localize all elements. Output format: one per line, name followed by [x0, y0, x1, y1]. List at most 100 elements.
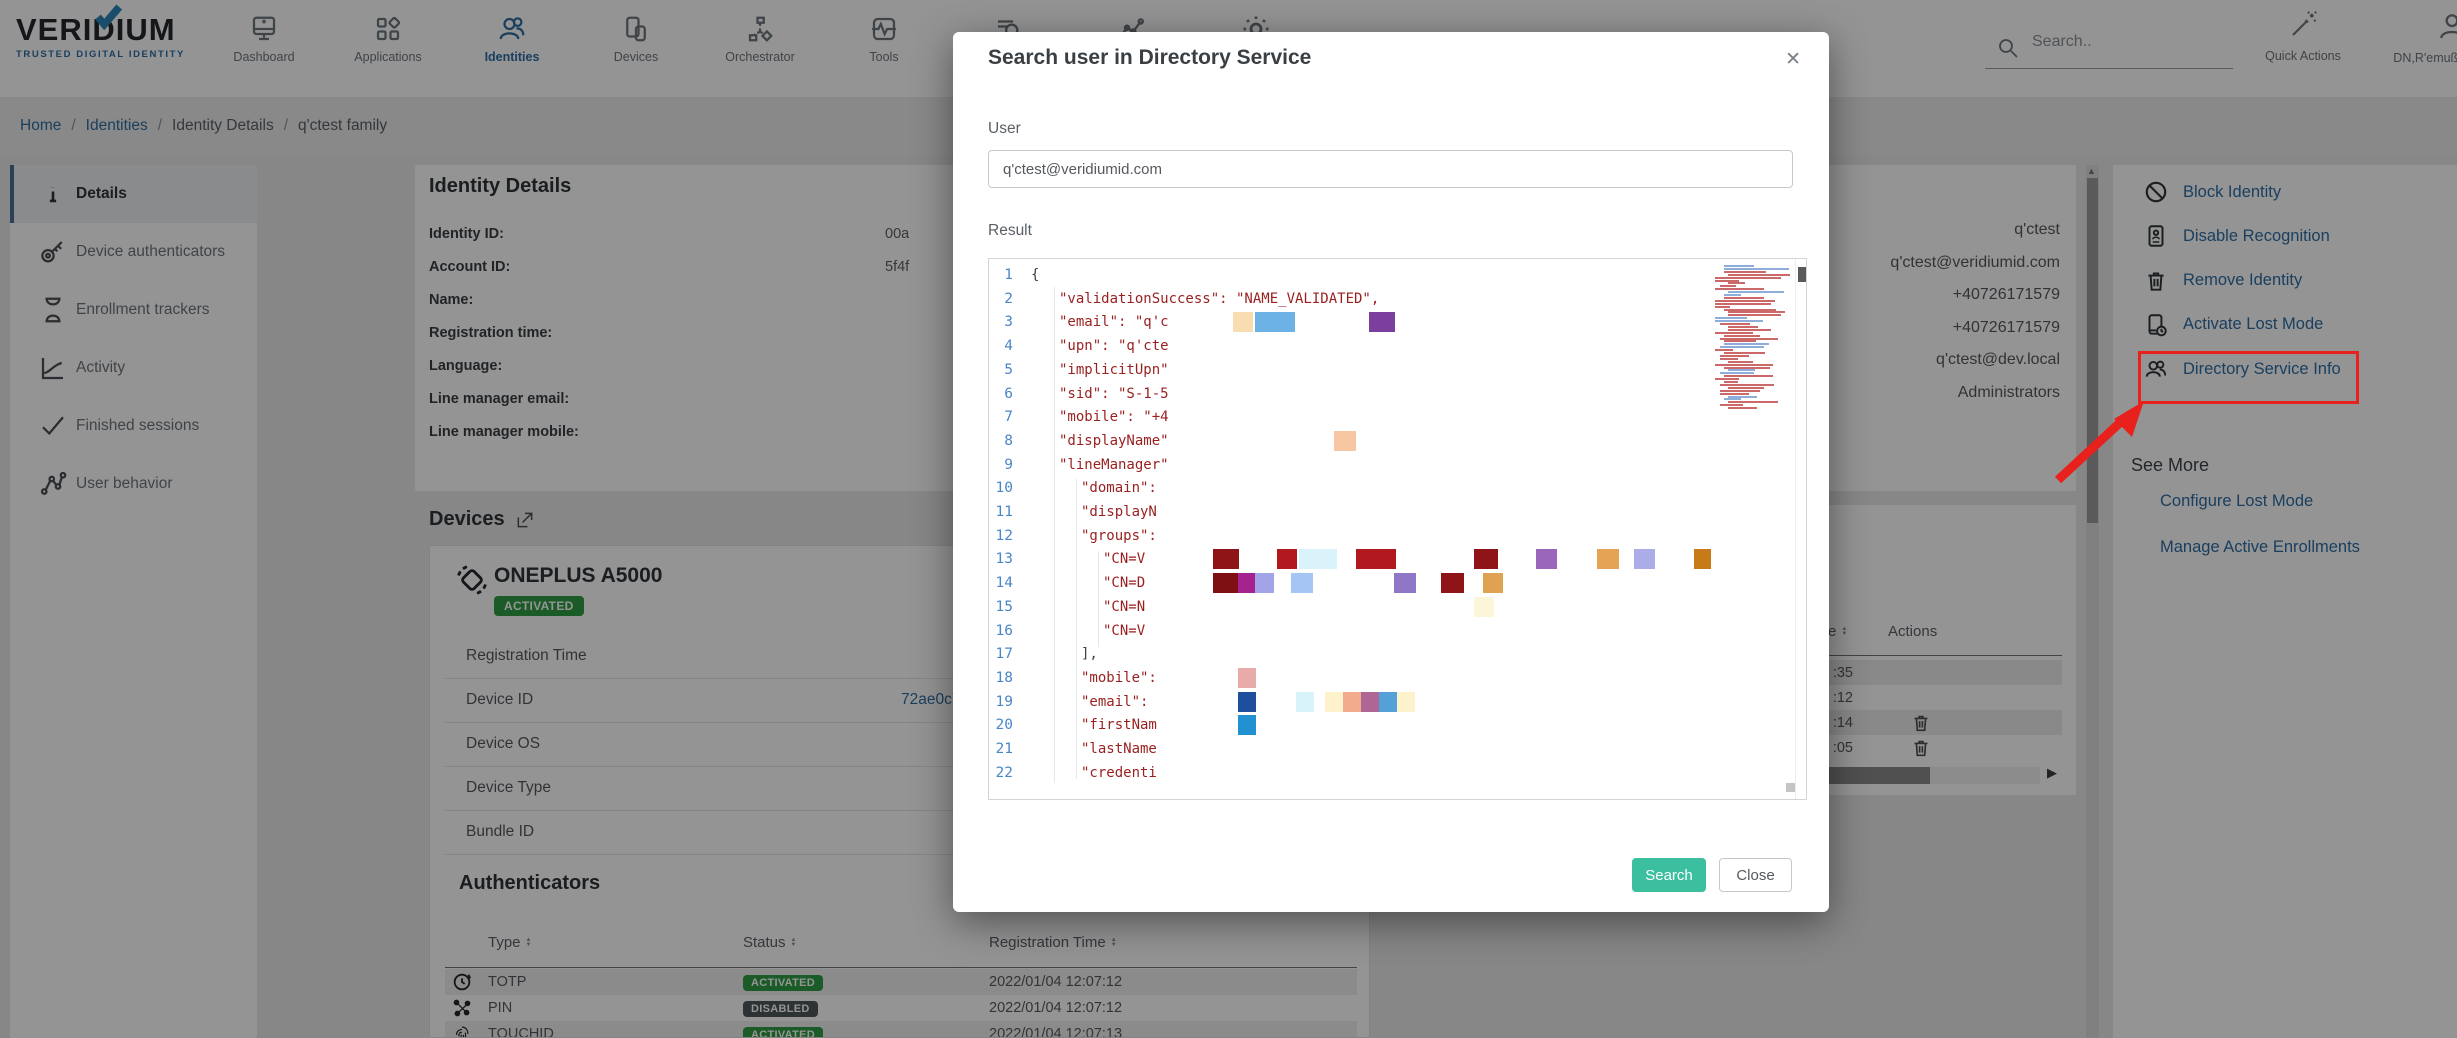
redaction-box: [1634, 549, 1655, 569]
redaction-box: [1397, 692, 1415, 712]
line-number: 15: [989, 595, 1013, 619]
redaction-box: [1474, 549, 1498, 569]
code-line: 8 "displayName": [989, 429, 1806, 453]
code-text: "displayN: [1081, 500, 1157, 524]
line-number: 6: [989, 382, 1013, 406]
line-number: 13: [989, 547, 1013, 571]
redaction-box: [1325, 692, 1343, 712]
close-button[interactable]: Close: [1719, 858, 1792, 892]
redaction-box: [1233, 312, 1253, 332]
redaction-box: [1694, 549, 1711, 569]
user-field-label: User: [988, 120, 1021, 138]
code-text: "email":: [1081, 690, 1148, 714]
code-line: 5"implicitUpn": [989, 358, 1806, 382]
code-line: 16 "CN=V: [989, 619, 1806, 643]
redaction-box: [1343, 692, 1361, 712]
search-button[interactable]: Search: [1632, 858, 1706, 892]
veridium-admin-app: VERIDIUM TRUSTED DIGITAL IDENTITY Dashbo…: [0, 0, 2457, 1038]
redaction-box: [1361, 692, 1379, 712]
code-text: {: [1031, 263, 1039, 287]
annotation-arrow: [2020, 385, 2170, 505]
line-number: 22: [989, 761, 1013, 785]
redaction-box: [1238, 668, 1256, 688]
code-text: "lineManager": [1059, 453, 1169, 477]
annotation-highlight-box: [2138, 351, 2359, 404]
code-line: 22 "credenti: [989, 761, 1806, 785]
redaction-box: [1441, 573, 1464, 593]
code-line: 13 "CN=V: [989, 547, 1806, 571]
line-number: 21: [989, 737, 1013, 761]
code-line: 15 "CN=N: [989, 595, 1806, 619]
modal-title: Search user in Directory Service: [988, 46, 1311, 70]
redaction-box: [1536, 549, 1557, 569]
redaction-box: [1597, 549, 1619, 569]
line-number: 10: [989, 476, 1013, 500]
code-line: 12"groups":: [989, 524, 1806, 548]
code-line: 9 "lineManager": [989, 453, 1806, 477]
code-line: 7 "mobile": "+4: [989, 405, 1806, 429]
code-text: "CN=D: [1103, 571, 1145, 595]
editor-resize-handle[interactable]: [1786, 783, 1795, 792]
code-text: "CN=V: [1103, 619, 1145, 643]
code-line: 1{: [989, 263, 1806, 287]
line-number: 12: [989, 524, 1013, 548]
directory-service-modal: Search user in Directory Service ✕ User …: [953, 32, 1829, 912]
code-line: 21 "lastName: [989, 737, 1806, 761]
redaction-box: [1474, 597, 1494, 617]
code-line: 20 "firstNam: [989, 713, 1806, 737]
redaction-box: [1291, 573, 1313, 593]
line-number: 2: [989, 287, 1013, 311]
json-result-editor[interactable]: 1{2"validationSuccess": "NAME_VALIDATED"…: [988, 258, 1807, 800]
redaction-box: [1394, 573, 1416, 593]
line-number: 1: [989, 263, 1013, 287]
line-number: 14: [989, 571, 1013, 595]
code-line: 2 "validationSuccess": "NAME_VALIDATED",: [989, 287, 1806, 311]
code-text: "firstNam: [1081, 713, 1157, 737]
code-text: "validationSuccess": "NAME_VALIDATED",: [1059, 287, 1379, 311]
code-line: 4"upn": "q'cte: [989, 334, 1806, 358]
code-line: 6 "sid": "S-1-5: [989, 382, 1806, 406]
line-number: 3: [989, 310, 1013, 334]
line-number: 9: [989, 453, 1013, 477]
modal-close-icon[interactable]: ✕: [1785, 48, 1801, 71]
line-number: 20: [989, 713, 1013, 737]
redaction-box: [1379, 692, 1397, 712]
result-label: Result: [988, 222, 1032, 240]
redaction-box: [1356, 549, 1396, 569]
code-text: "CN=V: [1103, 547, 1145, 571]
editor-scrollbar[interactable]: [1795, 259, 1807, 799]
code-text: "lastName: [1081, 737, 1157, 761]
code-text: "credenti: [1081, 761, 1157, 785]
code-text: "CN=N: [1103, 595, 1145, 619]
user-search-input[interactable]: [988, 150, 1793, 188]
redaction-box: [1238, 715, 1256, 735]
line-number: 19: [989, 690, 1013, 714]
redaction-box: [1334, 431, 1356, 451]
code-text: "mobile": "+4: [1059, 405, 1169, 429]
code-text: "email": "q'c: [1059, 310, 1169, 334]
code-text: "sid": "S-1-5: [1059, 382, 1169, 406]
line-number: 7: [989, 405, 1013, 429]
redaction-box: [1255, 312, 1295, 332]
redaction-box: [1255, 573, 1274, 593]
line-number: 8: [989, 429, 1013, 453]
code-line: 11"displayN: [989, 500, 1806, 524]
code-line: 17],: [989, 642, 1806, 666]
editor-minimap: [1713, 265, 1791, 685]
redaction-box: [1238, 573, 1255, 593]
line-number: 17: [989, 642, 1013, 666]
redaction-box: [1483, 573, 1503, 593]
code-text: "displayName": [1059, 429, 1169, 453]
redaction-box: [1296, 692, 1314, 712]
redaction-box: [1369, 312, 1395, 332]
code-text: ],: [1081, 642, 1098, 666]
line-number: 5: [989, 358, 1013, 382]
line-number: 16: [989, 619, 1013, 643]
code-line: 3 "email": "q'c: [989, 310, 1806, 334]
redaction-box: [1238, 692, 1256, 712]
redaction-box: [1277, 549, 1297, 569]
redaction-box: [1299, 549, 1337, 569]
redaction-box: [1213, 549, 1239, 569]
redaction-box: [1213, 573, 1238, 593]
code-line: 10"domain":: [989, 476, 1806, 500]
